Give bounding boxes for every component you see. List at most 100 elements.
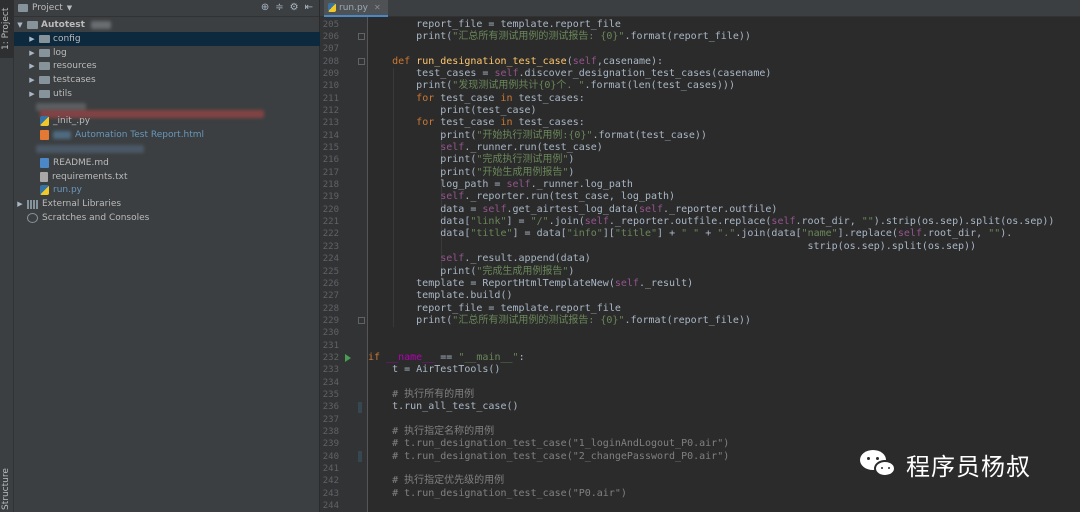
code-line: data["title"] = data["info"]["title"] + … [368, 228, 1013, 240]
folder-icon [27, 21, 38, 29]
line-number: 244 [322, 501, 339, 512]
line-number: 223 [322, 241, 339, 252]
folder-icon [39, 49, 50, 57]
code-line: print("开始执行测试用例:{0}".format(test_case)) [368, 129, 707, 141]
tree-item-requirements[interactable]: requirements.txt [14, 170, 320, 184]
chevron-right-icon[interactable]: ▶ [28, 35, 36, 43]
line-number: 235 [322, 390, 339, 400]
chevron-right-icon[interactable]: ▶ [28, 90, 36, 98]
line-number: 212 [322, 105, 339, 116]
fold-marker[interactable] [358, 317, 365, 325]
code-line: t.run_all_test_case() [368, 401, 519, 413]
code-line: # t.run_designation_test_case("1_loginAn… [392, 438, 730, 450]
tree-item-external-libraries[interactable]: ▶ External Libraries [14, 197, 320, 211]
project-tool-tab[interactable]: 1: Project [0, 0, 14, 58]
editor-tab-bar: run.py ✕ [320, 0, 1080, 17]
redacted-path [90, 21, 111, 29]
chevron-right-icon[interactable]: ▶ [28, 76, 36, 84]
code-line: if __name__ == "__main__": [368, 351, 525, 363]
redacted-row [14, 142, 320, 156]
line-number: 219 [322, 192, 339, 203]
markdown-file-icon [40, 158, 49, 168]
hide-icon[interactable]: ⇤ [305, 2, 313, 13]
chevron-down-icon[interactable]: ▼ [67, 4, 72, 12]
wechat-icon [858, 446, 898, 482]
code-line: self._runner.run(test_case) [440, 142, 603, 153]
code-line: template.build() [368, 290, 513, 302]
code-line: self._result.append(data) [440, 253, 591, 265]
code-line: print("汇总所有测试用例的测试报告: {0}".format(report… [368, 314, 751, 326]
code-line: def run_designation_test_case(self,casen… [392, 55, 664, 67]
project-panel-title[interactable]: Project [32, 3, 63, 13]
close-icon[interactable]: ✕ [374, 3, 381, 12]
line-number: 205 [322, 19, 339, 30]
folder-icon [39, 90, 50, 98]
fold-marker[interactable] [358, 33, 365, 41]
code-line: self._reporter.run(test_case, log_path) [440, 191, 676, 203]
chevron-right-icon[interactable]: ▶ [16, 200, 24, 208]
line-number: 209 [322, 68, 339, 79]
tree-item-config[interactable]: ▶ config [14, 32, 320, 46]
code-line: strip(os.sep).split(os.sep)) [368, 240, 977, 252]
tree-item-scratches[interactable]: Scratches and Consoles [14, 211, 320, 225]
code-line: # 执行所有的用例 [392, 389, 475, 400]
tree-item-resources[interactable]: ▶ resources [14, 59, 320, 73]
code-line: for test_case in test_cases: [416, 92, 585, 104]
code-line: # 执行指定名称的用例 [392, 426, 495, 438]
line-number: 207 [322, 44, 339, 55]
line-number: 208 [322, 56, 339, 67]
editor-gutter: 205 206 207 208 209 210 211 212 213 214 215 216 217 2… [320, 17, 368, 512]
folder-icon [18, 4, 28, 12]
redacted-item [53, 131, 71, 139]
line-number: 236 [322, 402, 339, 413]
line-number: 230 [322, 328, 339, 339]
collapse-icon[interactable]: ≑ [275, 2, 283, 13]
line-number: 226 [322, 278, 339, 289]
tree-item-report-html[interactable]: Automation Test Report.html [14, 128, 320, 142]
line-number: 210 [322, 81, 339, 92]
code-line: # t.run_designation_test_case("P0.air") [392, 487, 627, 499]
line-number: 216 [322, 155, 339, 166]
code-line: for test_case in test_cases: [416, 117, 585, 129]
tree-item-run-py[interactable]: run.py [14, 183, 320, 197]
tree-item-testcases[interactable]: ▶ testcases [14, 73, 320, 87]
line-number: 213 [322, 118, 339, 129]
tree-item-readme[interactable]: README.md [14, 156, 320, 170]
line-number: 222 [322, 229, 339, 240]
code-editor[interactable]: report_file = template.report_file print… [368, 17, 1080, 512]
tree-item-init[interactable]: _init_.py [14, 114, 320, 128]
line-number: 243 [322, 488, 339, 499]
chevron-right-icon[interactable]: ▶ [28, 62, 36, 70]
tree-item-autotest[interactable]: ▼ Autotest [14, 18, 320, 32]
chevron-right-icon[interactable]: ▶ [28, 49, 36, 57]
line-number: 241 [322, 464, 339, 475]
sync-icon[interactable]: ⊕ [261, 2, 269, 13]
code-line: print("完成执行测试用例") [368, 154, 575, 166]
redacted-item [36, 145, 144, 153]
code-line: test_cases = self.discover_designation_t… [368, 67, 772, 79]
tree-item-log[interactable]: ▶ log [14, 46, 320, 60]
panel-toolbar: ⊕ ≑ ⚙ ⇤ [261, 2, 313, 13]
line-number: 233 [322, 365, 339, 376]
tree-item-utils[interactable]: ▶ utils [14, 87, 320, 101]
line-number: 214 [322, 130, 339, 141]
line-number: 239 [322, 439, 339, 450]
fold-marker[interactable] [358, 58, 365, 66]
code-line: # 执行指定优先级的用例 [392, 475, 505, 487]
change-marker[interactable] [358, 401, 362, 413]
line-number: 227 [322, 291, 339, 302]
code-line: data = self.get_airtest_log_data(self._r… [368, 203, 778, 215]
line-number: 234 [322, 377, 339, 388]
structure-tool-tab[interactable]: Structure [0, 460, 14, 512]
code-line: template = ReportHtmlTemplateNew(self._r… [368, 277, 694, 289]
python-file-icon [40, 185, 49, 195]
line-number: 228 [322, 303, 339, 314]
chevron-down-icon[interactable]: ▼ [16, 21, 24, 29]
change-marker[interactable] [358, 451, 362, 463]
tab-run-py[interactable]: run.py ✕ [324, 0, 388, 17]
gear-icon[interactable]: ⚙ [290, 2, 299, 13]
line-number: 225 [322, 266, 339, 277]
html-file-icon [40, 130, 49, 140]
code-line: print("完成生成用例报告") [368, 265, 575, 277]
run-gutter-icon[interactable] [345, 353, 351, 362]
